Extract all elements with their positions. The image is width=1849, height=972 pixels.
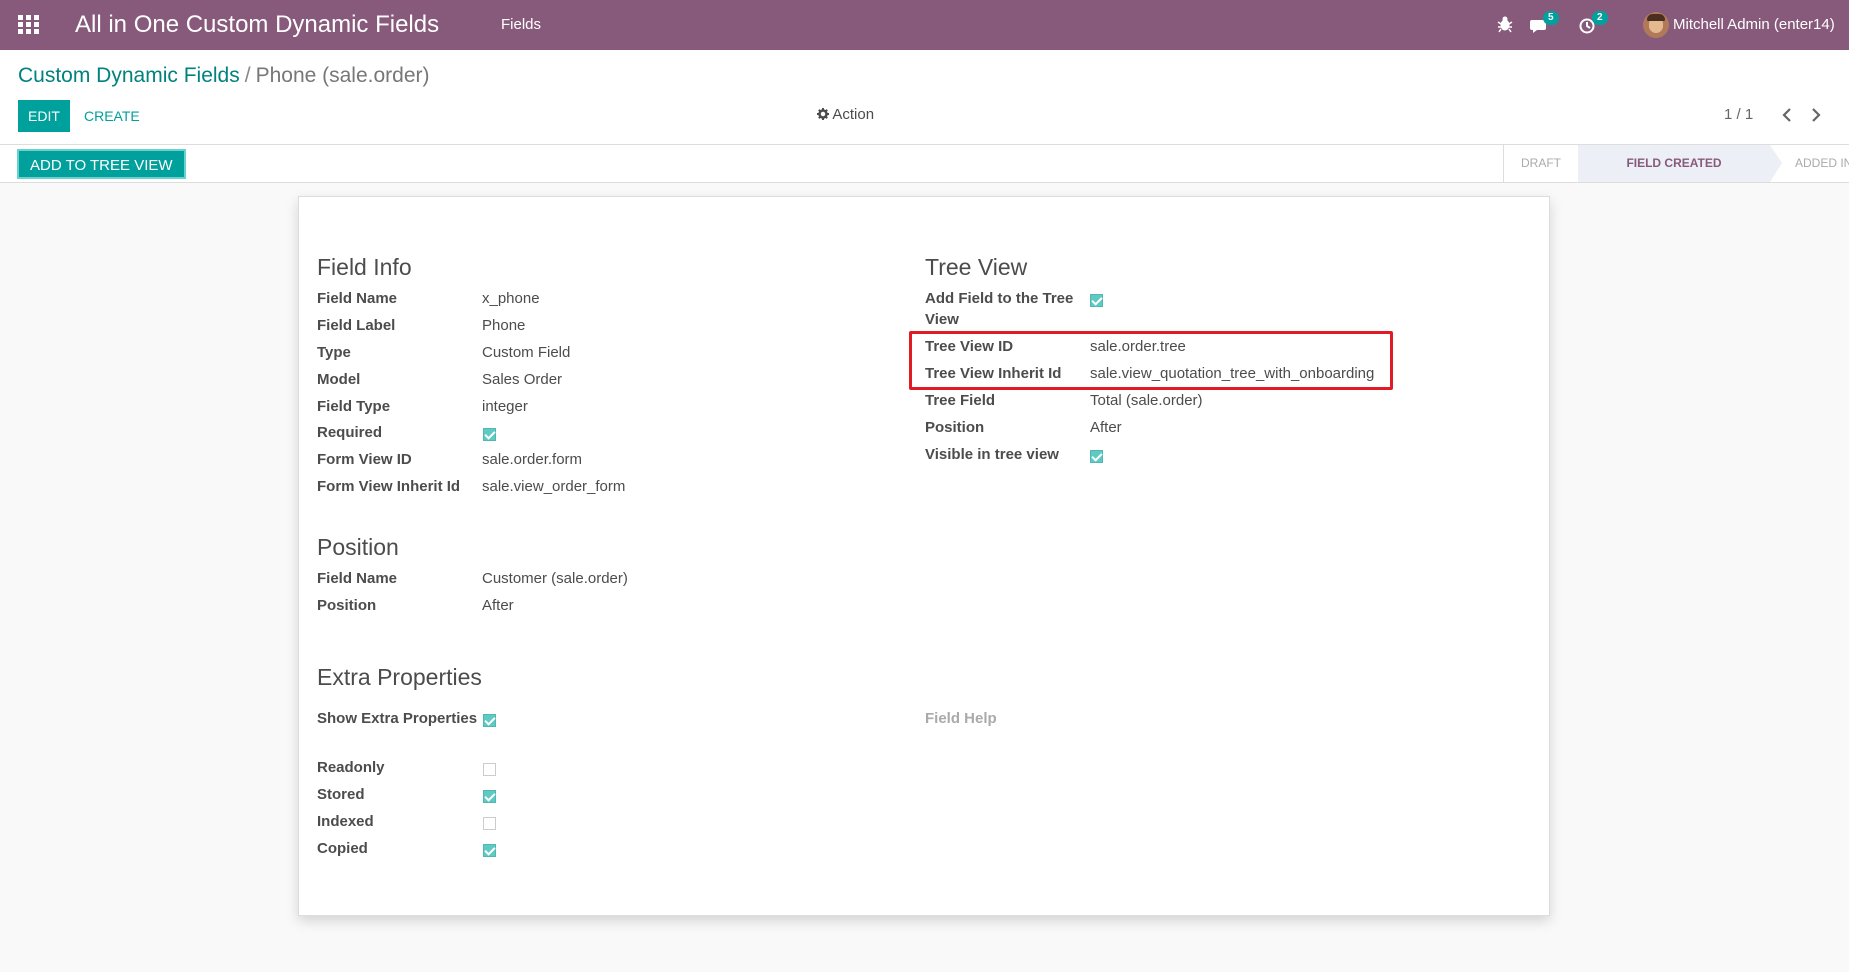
form-statusbar: ADD TO TREE VIEW DRAFT FIELD CREATED ADD… — [0, 144, 1849, 183]
add-field-tree-label-line2: View — [925, 311, 959, 328]
stage-field-created[interactable]: FIELD CREATED — [1578, 145, 1782, 182]
highlight-box — [909, 331, 1393, 390]
visible-tree-label: Visible in tree view — [925, 446, 1059, 463]
app-title: All in One Custom Dynamic Fields — [75, 11, 440, 38]
readonly-checkbox[interactable] — [483, 763, 496, 776]
form-view-id-label: Form View ID — [317, 451, 412, 468]
field-help-label: Field Help — [925, 710, 997, 727]
control-panel: Custom Dynamic Fields / Phone (sale.order)… — [0, 50, 1849, 144]
pager-value[interactable]: 1 / 1 — [1724, 106, 1753, 123]
chevron-right-icon[interactable] — [1806, 104, 1826, 126]
user-menu[interactable]: Mitchell Admin (enter14) — [1673, 16, 1835, 33]
field-info-title: Field Info — [317, 254, 412, 280]
activities-badge: 2 — [1592, 11, 1608, 25]
top-navbar: All in One Custom Dynamic Fields Fields … — [0, 0, 1849, 50]
activity-clock-icon[interactable]: 2 — [1579, 11, 1608, 35]
add-field-tree-checkbox[interactable] — [1090, 294, 1103, 307]
position-title: Position — [317, 534, 399, 560]
form-view-inherit-label: Form View Inherit Id — [317, 478, 461, 495]
user-avatar[interactable] — [1643, 12, 1669, 38]
field-type-label: Field Type — [317, 398, 391, 415]
form-sheet: Field Info Field Name x_phone Field Labe… — [298, 196, 1550, 916]
tree-position-value: After — [1090, 419, 1122, 436]
form-view-id-value: sale.order.form — [482, 451, 583, 468]
indexed-label: Indexed — [317, 813, 374, 830]
field-label-value: Phone — [482, 317, 526, 334]
tree-field-label: Tree Field — [925, 392, 996, 409]
model-label: Model — [317, 371, 361, 388]
field-name-label: Field Name — [317, 290, 398, 307]
required-checkbox[interactable] — [483, 428, 496, 441]
field-type-value: integer — [482, 398, 528, 415]
copied-label: Copied — [317, 840, 368, 857]
field-label-label: Field Label — [317, 317, 396, 334]
indexed-checkbox[interactable] — [483, 817, 496, 830]
tree-field-value[interactable]: Total (sale.order) — [1090, 392, 1203, 409]
stored-checkbox[interactable] — [483, 790, 496, 803]
messages-icon[interactable]: 5 — [1530, 11, 1559, 35]
position-field-name-value[interactable]: Customer (sale.order) — [482, 570, 628, 587]
show-extra-checkbox[interactable] — [483, 714, 496, 727]
stage-draft[interactable]: DRAFT — [1503, 145, 1578, 182]
apps-grid-icon[interactable] — [18, 15, 40, 35]
visible-tree-checkbox[interactable] — [1090, 450, 1103, 463]
stored-label: Stored — [317, 786, 365, 803]
tree-position-label: Position — [925, 419, 985, 436]
menu-fields[interactable]: Fields — [501, 16, 541, 33]
copied-checkbox[interactable] — [483, 844, 496, 857]
messages-badge: 5 — [1543, 11, 1559, 25]
type-label: Type — [317, 344, 351, 361]
breadcrumb-separator: / — [244, 64, 251, 87]
required-label: Required — [317, 424, 383, 441]
form-view-inherit-value: sale.view_order_form — [482, 478, 626, 495]
position-label: Position — [317, 597, 377, 614]
breadcrumb-current: Phone (sale.order) — [255, 64, 430, 87]
position-value: After — [482, 597, 514, 614]
show-extra-label: Show Extra Properties — [317, 710, 478, 727]
add-to-tree-view-button[interactable]: ADD TO TREE VIEW — [17, 149, 186, 179]
extra-properties-title: Extra Properties — [317, 664, 482, 690]
readonly-label: Readonly — [317, 759, 385, 776]
breadcrumb: Custom Dynamic Fields / Phone (sale.order) — [18, 64, 430, 88]
position-field-name-label: Field Name — [317, 570, 398, 587]
tree-view-title: Tree View — [925, 254, 1028, 280]
action-menu[interactable]: Action — [817, 106, 874, 123]
type-value: Custom Field — [482, 344, 571, 361]
add-field-tree-label-line1: Add Field to the Tree — [925, 290, 1074, 307]
create-button[interactable]: CREATE — [84, 100, 140, 132]
model-value[interactable]: Sales Order — [482, 371, 562, 388]
bug-icon[interactable] — [1496, 15, 1514, 33]
stage-added-in-tree-view[interactable]: ADDED IN TREE VIEW — [1795, 145, 1849, 182]
action-label: Action — [832, 106, 875, 123]
chevron-left-icon[interactable] — [1777, 104, 1797, 126]
breadcrumb-parent[interactable]: Custom Dynamic Fields — [18, 64, 240, 87]
gear-icon — [817, 108, 829, 120]
field-name-value: x_phone — [482, 290, 540, 307]
edit-button[interactable]: EDIT — [18, 100, 70, 132]
